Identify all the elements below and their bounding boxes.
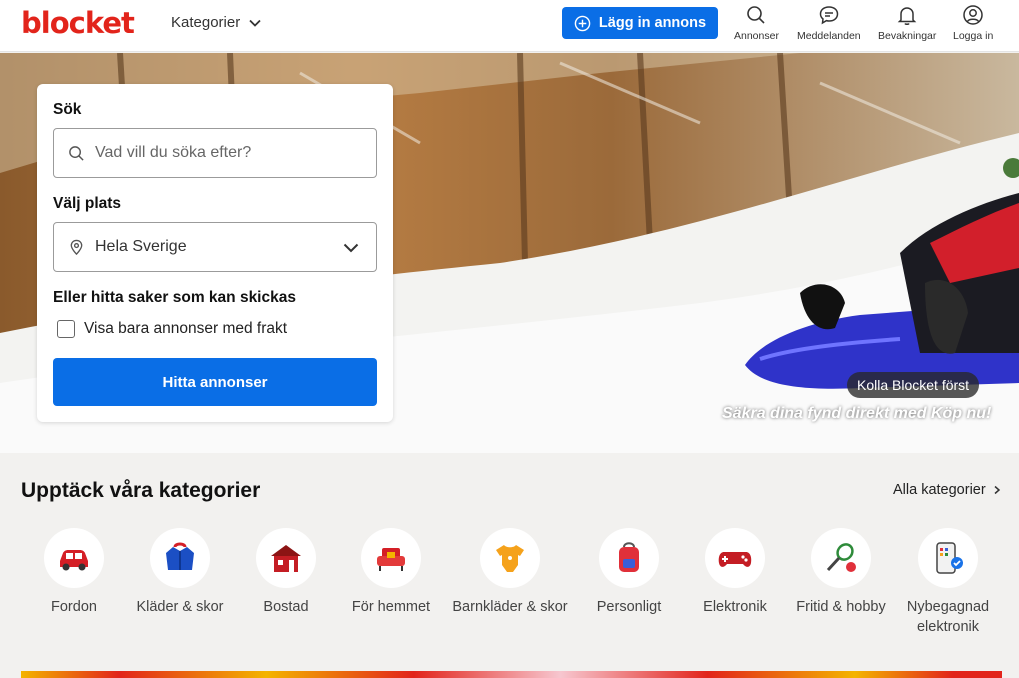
nav-watchlist-label: Bevakningar bbox=[878, 30, 937, 42]
category-vehicles[interactable]: Fordon bbox=[14, 528, 134, 617]
category-label: Elektronik bbox=[703, 599, 767, 615]
nav-login-label: Logga in bbox=[953, 30, 994, 42]
car-icon bbox=[60, 550, 88, 571]
nav-ads-label: Annonser bbox=[734, 30, 779, 42]
shipping-checkbox-row[interactable]: Visa bara annonser med frakt bbox=[57, 320, 287, 338]
all-categories-link[interactable]: Alla kategorier bbox=[893, 482, 1002, 498]
phone-badge-icon bbox=[936, 542, 963, 574]
category-home[interactable]: För hemmet bbox=[331, 528, 451, 617]
nav-messages-label: Meddelanden bbox=[797, 30, 861, 42]
categories-heading: Upptäck våra kategorier bbox=[21, 479, 261, 502]
gamepad-icon bbox=[718, 552, 752, 567]
category-electronics[interactable]: Elektronik bbox=[675, 528, 795, 617]
user-icon bbox=[963, 5, 983, 25]
search-icon bbox=[747, 6, 766, 24]
category-refurbished-electronics[interactable]: Nybegagnad elektronik bbox=[888, 528, 1008, 637]
search-card: Sök Vad vill du söka efter? Välj plats H… bbox=[37, 84, 393, 422]
categories-menu-label: Kategorier bbox=[171, 14, 241, 31]
category-label: För hemmet bbox=[351, 599, 431, 615]
category-label: Fritid & hobby bbox=[796, 599, 886, 615]
nav-watchlist[interactable]: Bevakningar bbox=[878, 4, 936, 42]
chat-icon bbox=[819, 6, 839, 25]
advertisement-banner[interactable] bbox=[21, 671, 1002, 678]
category-label: Nybegagnad elektronik bbox=[906, 599, 990, 635]
nav-ads[interactable]: Annonser bbox=[734, 4, 779, 42]
blocket-logo[interactable]: blocket bbox=[21, 6, 135, 40]
jacket-icon bbox=[166, 542, 194, 570]
all-categories-label: Alla kategorier bbox=[893, 482, 986, 498]
post-ad-button[interactable]: Lägg in annons bbox=[562, 7, 718, 39]
search-label: Sök bbox=[53, 101, 82, 118]
promo-text[interactable]: Säkra dina fynd direkt med Köp nu! bbox=[722, 405, 991, 423]
backpack-icon bbox=[619, 542, 639, 572]
shipping-checkbox[interactable] bbox=[57, 320, 75, 338]
plus-circle-icon bbox=[574, 15, 591, 31]
shipping-checkbox-label[interactable]: Visa bara annonser med frakt bbox=[84, 320, 287, 338]
armchair-icon bbox=[377, 548, 405, 571]
category-label: Kläder & skor bbox=[136, 599, 224, 615]
find-ads-button[interactable]: Hitta annonser bbox=[53, 358, 377, 406]
baby-onesie-icon bbox=[496, 545, 524, 572]
category-personal[interactable]: Personligt bbox=[569, 528, 689, 617]
post-ad-label: Lägg in annons bbox=[598, 15, 707, 31]
category-label: Barnkläder & skor bbox=[452, 599, 568, 615]
location-select[interactable]: Hela Sverige bbox=[53, 222, 377, 272]
shipping-heading: Eller hitta saker som kan skickas bbox=[53, 289, 296, 306]
category-housing[interactable]: Bostad bbox=[226, 528, 346, 617]
racket-ball-icon bbox=[826, 543, 856, 572]
chevron-down-icon bbox=[249, 19, 261, 27]
category-clothes[interactable]: Kläder & skor bbox=[120, 528, 240, 617]
search-input[interactable]: Vad vill du söka efter? bbox=[53, 128, 377, 178]
bell-icon bbox=[897, 7, 917, 25]
search-icon bbox=[69, 145, 84, 161]
category-label: Personligt bbox=[596, 599, 662, 615]
category-label: Fordon bbox=[51, 599, 97, 615]
top-header: blocket Kategorier Lägg in annons Annons… bbox=[0, 0, 1019, 52]
search-placeholder: Vad vill du söka efter? bbox=[95, 144, 252, 161]
chevron-right-icon bbox=[994, 485, 1000, 495]
categories-menu-button[interactable]: Kategorier bbox=[171, 14, 262, 31]
location-value: Hela Sverige bbox=[95, 238, 187, 255]
location-label: Välj plats bbox=[53, 195, 122, 212]
category-leisure[interactable]: Fritid & hobby bbox=[781, 528, 901, 617]
nav-messages[interactable]: Meddelanden bbox=[797, 4, 861, 42]
category-kids-clothes[interactable]: Barnkläder & skor bbox=[450, 528, 570, 617]
nav-login[interactable]: Logga in bbox=[953, 4, 993, 42]
category-label: Bostad bbox=[263, 599, 309, 615]
chevron-down-icon bbox=[343, 243, 359, 253]
promo-badge[interactable]: Kolla Blocket först bbox=[847, 372, 980, 398]
house-icon bbox=[271, 545, 301, 572]
location-pin-icon bbox=[70, 239, 83, 255]
